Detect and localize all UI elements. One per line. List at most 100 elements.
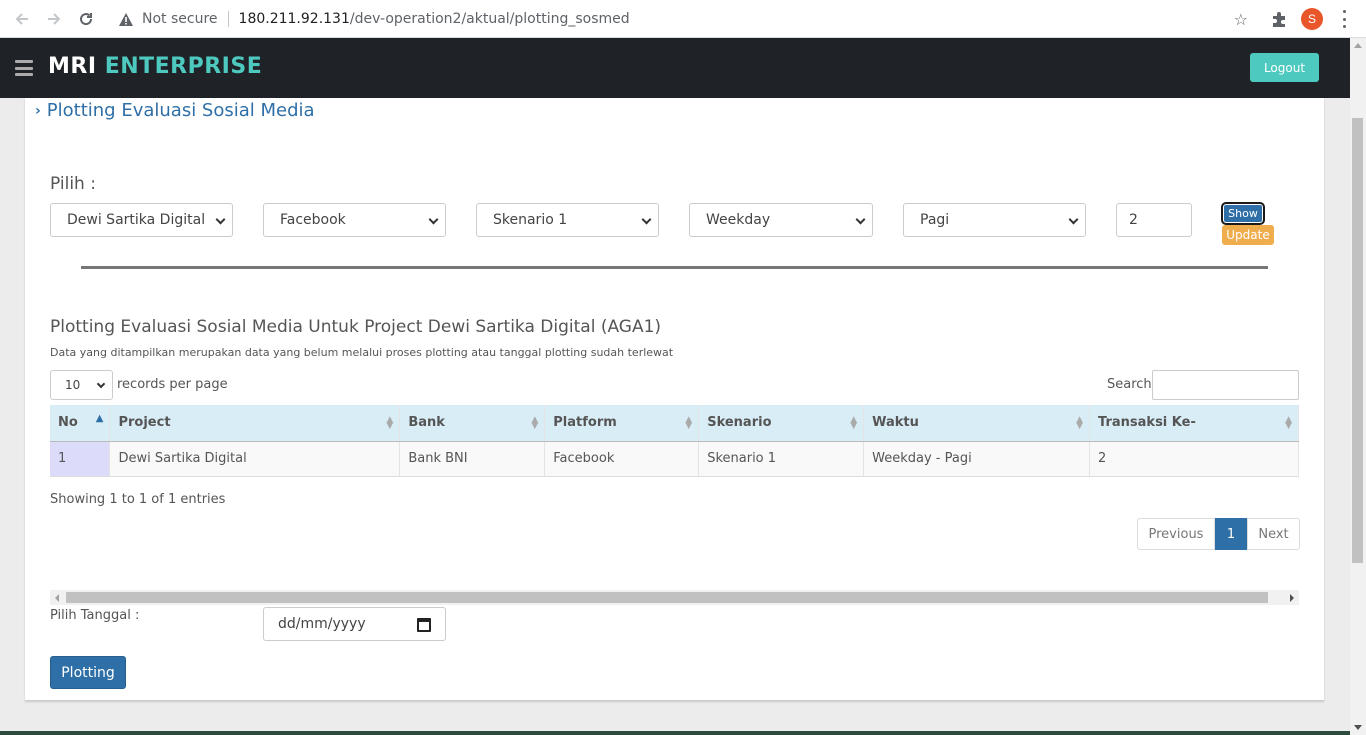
address-bar[interactable]: Not secure 180.211.92.131 /dev-operation… [104,4,1260,34]
chevron-right-icon: › [35,102,41,119]
cell-waktu: Weekday - Pagi [863,441,1091,477]
project-select-value: Dewi Sartika Digital [67,212,206,228]
brand-logo: MRI ENTERPRISE [48,54,262,79]
section-subtitle: Data yang ditampilkan merupakan data yan… [50,346,674,359]
skenario-select-value: Skenario 1 [493,212,568,228]
platform-select-value: Facebook [280,212,346,228]
day-select[interactable]: Weekday [689,203,873,237]
page-1-button[interactable]: 1 [1215,518,1247,550]
scroll-up-icon[interactable] [1354,43,1362,48]
day-select-value: Weekday [706,212,771,228]
scroll-right-icon[interactable] [1290,594,1294,602]
column-label: Platform [553,415,617,431]
cell-skenario: Skenario 1 [698,441,865,477]
date-label: Pilih Tanggal : [50,608,140,623]
url-host: 180.211.92.131 [238,11,350,27]
column-header-bank[interactable]: Bank ▲ ▼ [399,405,546,442]
logout-button[interactable]: Logout [1250,53,1319,82]
extensions-icon[interactable] [1270,10,1288,28]
records-per-page-label: records per page [117,377,228,392]
scroll-left-icon[interactable] [55,594,59,602]
show-button[interactable]: Show [1221,202,1265,225]
sort-asc-icon: ▲ [95,413,104,424]
divider [227,11,229,27]
app-header: MRI ENTERPRISE Logout [0,38,1350,98]
taskbar-strip [0,731,1350,735]
chevron-down-icon [215,214,226,225]
sort-icon: ▲ ▼ [1285,415,1292,431]
cell-no: 1 [50,441,111,477]
cell-platform: Facebook [544,441,700,477]
date-placeholder: dd/mm/yyyy [278,616,366,632]
scrollbar-thumb[interactable] [1352,118,1363,563]
section-title: Plotting Evaluasi Sosial Media Untuk Pro… [50,317,662,337]
profile-avatar[interactable]: S [1301,8,1323,30]
date-input[interactable]: dd/mm/yyyy [263,607,446,641]
chevron-down-icon [428,214,439,225]
plotting-button[interactable]: Plotting [50,656,126,689]
records-per-page-value: 10 [65,378,81,392]
sort-icon: ▲ ▼ [685,415,693,431]
transaksi-input[interactable]: 2 [1116,203,1192,237]
column-header-project[interactable]: Project ▲ ▼ [109,405,401,442]
table-row: 1 Dewi Sartika Digital Bank BNI Facebook… [50,441,1299,477]
search-input[interactable] [1152,370,1299,400]
sort-icon: ▲ ▼ [1076,415,1084,431]
menu-kebab-icon[interactable] [1338,10,1350,28]
column-label: Transaksi Ke- [1098,415,1196,431]
url-path: /dev-operation2/aktual/plotting_sosmed [349,11,630,27]
bookmark-star-icon[interactable]: ☆ [1234,10,1248,29]
next-page-button[interactable]: Next [1247,518,1300,550]
warning-icon [118,12,134,26]
reload-icon[interactable] [76,9,96,29]
browser-toolbar: Not secure 180.211.92.131 /dev-operation… [0,0,1366,38]
chevron-down-icon [855,214,866,225]
column-header-platform[interactable]: Platform ▲ ▼ [544,405,700,442]
skenario-select[interactable]: Skenario 1 [476,203,659,237]
cell-bank: Bank BNI [399,441,546,477]
forward-icon[interactable] [44,9,64,29]
vertical-scrollbar[interactable] [1350,38,1366,735]
data-table: No ▲ Project ▲ ▼ Bank ▲ ▼ Platform ▲ ▼ Skenario… [50,405,1299,477]
project-select[interactable]: Dewi Sartika Digital [50,203,233,237]
time-select[interactable]: Pagi [903,203,1086,237]
column-label: No [58,415,78,431]
filter-label: Pilih : [50,174,96,194]
search-label: Search: [1107,377,1157,392]
cell-transaksi: 2 [1089,441,1299,477]
sort-icon: ▲ ▼ [850,415,858,431]
column-label: Bank [408,415,445,431]
pagination: Previous 1 Next [1137,518,1300,550]
page-title: › Plotting Evaluasi Sosial Media [35,100,315,121]
previous-page-button[interactable]: Previous [1137,518,1215,550]
column-label: Skenario [707,415,772,431]
sort-icon: ▲ ▼ [531,415,539,431]
calendar-icon[interactable] [417,618,431,632]
main-card: › Plotting Evaluasi Sosial Media Pilih :… [25,98,1324,701]
page-title-text: Plotting Evaluasi Sosial Media [46,100,315,121]
time-select-value: Pagi [920,212,950,228]
divider [81,266,1268,269]
security-label: Not secure [142,11,218,27]
records-per-page-select[interactable]: 10 [50,370,113,400]
brand-part2: ENTERPRISE [104,54,263,79]
scrollbar-thumb[interactable] [66,592,1268,603]
column-label: Waktu [872,415,919,431]
horizontal-scrollbar[interactable] [50,590,1299,605]
sort-icon: ▲ ▼ [386,415,394,431]
chevron-down-icon [96,379,106,389]
scroll-down-icon[interactable] [1354,725,1362,730]
column-header-transaksi[interactable]: Transaksi Ke- ▲ ▼ [1089,405,1299,442]
column-header-skenario[interactable]: Skenario ▲ ▼ [698,405,865,442]
cell-project: Dewi Sartika Digital [109,441,401,477]
platform-select[interactable]: Facebook [263,203,446,237]
table-info: Showing 1 to 1 of 1 entries [50,492,226,507]
column-header-no[interactable]: No ▲ [50,405,111,442]
table-header-row: No ▲ Project ▲ ▼ Bank ▲ ▼ Platform ▲ ▼ Skenario… [50,405,1299,442]
update-button[interactable]: Update [1222,225,1274,245]
column-header-waktu[interactable]: Waktu ▲ ▼ [863,405,1091,442]
back-icon[interactable] [12,9,32,29]
column-label: Project [118,415,171,431]
hamburger-menu-icon[interactable] [15,60,33,76]
chevron-down-icon [1068,214,1079,225]
